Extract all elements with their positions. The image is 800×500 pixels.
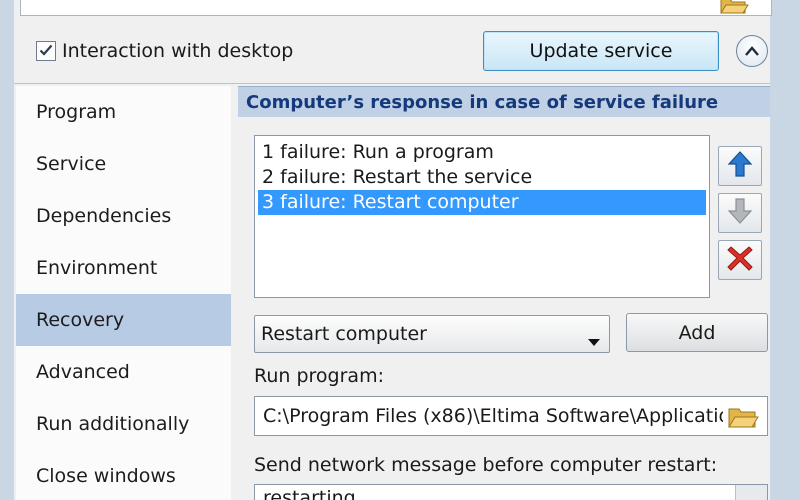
- sidebar-item-label: Advanced: [36, 361, 130, 383]
- checkmark-icon: [39, 40, 53, 62]
- sidebar-item-label: Close windows: [36, 465, 176, 487]
- sidebar-item-label: Environment: [36, 257, 158, 279]
- send-message-value: restarting: [263, 487, 356, 500]
- delete-button[interactable]: [718, 240, 762, 280]
- interaction-checkbox[interactable]: [36, 41, 56, 61]
- send-message-label: Send network message before computer res…: [254, 454, 718, 476]
- sidebar-item-environment[interactable]: Environment: [16, 242, 231, 294]
- sidebar-item-run-additionally[interactable]: Run additionally: [16, 398, 231, 450]
- chevron-up-icon: [744, 40, 760, 62]
- collapse-button[interactable]: [736, 35, 768, 67]
- sidebar: Program Service Dependencies Environment…: [16, 86, 231, 500]
- folder-open-icon[interactable]: [727, 403, 759, 434]
- folder-open-icon[interactable]: [719, 0, 749, 19]
- move-down-button[interactable]: [718, 193, 762, 233]
- failure-actions-list[interactable]: 1 failure: Run a program 2 failure: Rest…: [254, 135, 710, 298]
- send-message-field[interactable]: restarting: [254, 484, 768, 500]
- add-button[interactable]: Add: [626, 313, 768, 352]
- interaction-checkbox-label: Interaction with desktop: [62, 40, 294, 62]
- sidebar-item-service[interactable]: Service: [16, 138, 231, 190]
- run-program-field[interactable]: C:\Program Files (x86)\Eltima Software\A…: [254, 396, 768, 436]
- select-value: Restart computer: [261, 323, 427, 345]
- sidebar-item-label: Recovery: [36, 309, 125, 331]
- sidebar-item-recovery[interactable]: Recovery: [16, 294, 231, 346]
- list-item-selected[interactable]: 3 failure: Restart computer: [258, 190, 706, 215]
- arrow-down-icon: [727, 197, 753, 230]
- sidebar-item-label: Dependencies: [36, 205, 172, 227]
- section-title: Computer’s response in case of service f…: [238, 86, 770, 117]
- delete-x-icon: [726, 244, 754, 277]
- run-program-label: Run program:: [254, 365, 384, 387]
- sidebar-item-advanced[interactable]: Advanced: [16, 346, 231, 398]
- divider: [14, 83, 770, 84]
- top-path-field[interactable]: [20, 0, 772, 16]
- interaction-with-desktop-option[interactable]: Interaction with desktop: [36, 40, 293, 62]
- recovery-action-select[interactable]: Restart computer: [254, 315, 610, 353]
- move-up-button[interactable]: [718, 146, 762, 186]
- sidebar-item-program[interactable]: Program: [16, 86, 231, 138]
- dropdown-arrow-icon[interactable]: [735, 485, 767, 500]
- sidebar-item-dependencies[interactable]: Dependencies: [16, 190, 231, 242]
- sidebar-item-label: Run additionally: [36, 413, 190, 435]
- sidebar-item-label: Service: [36, 153, 107, 175]
- arrow-up-icon: [727, 150, 753, 183]
- run-program-value: C:\Program Files (x86)\Eltima Software\A…: [263, 405, 723, 427]
- list-item[interactable]: 2 failure: Restart the service: [258, 165, 706, 190]
- list-item[interactable]: 1 failure: Run a program: [258, 140, 706, 165]
- dropdown-arrow-icon: [587, 330, 601, 352]
- update-service-button[interactable]: Update service: [483, 31, 719, 71]
- sidebar-item-label: Program: [36, 101, 117, 123]
- sidebar-item-close-windows[interactable]: Close windows: [16, 450, 231, 500]
